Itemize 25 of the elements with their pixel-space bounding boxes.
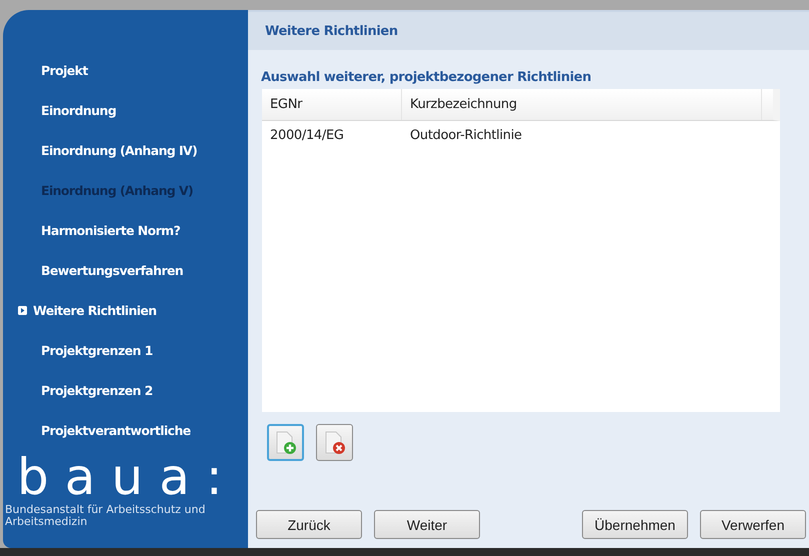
nav-item[interactable]: Harmonisierte Norm? [21,223,180,238]
remove-button[interactable] [316,424,353,461]
section-heading: Auswahl weiterer, projektbezogener Richtlinien [261,70,592,87]
add-button[interactable] [267,424,304,461]
nav-item[interactable]: Projektverantwortliche [21,423,190,438]
action-button[interactable]: Zurück [256,510,362,539]
nav-item[interactable]: Projekt [21,63,88,78]
table-cell-text: 2000/14/EG [269,126,345,144]
nav-item[interactable]: Projektgrenzen 2 [21,383,153,398]
remove-document-icon [322,430,346,454]
nav-item[interactable]: Bewertungsverfahren [21,263,184,278]
column-header[interactable]: Kurzbezeichnung [402,89,762,120]
add-document-icon [274,430,298,454]
nav-item[interactable]: Projektgrenzen 1 [21,343,153,358]
table-cell-text: Outdoor-Richtlinie [409,126,523,144]
logo-subtitle: Bundesanstalt für Arbeitsschutz und Arbeitsmedizin [5,504,206,528]
nav-item[interactable]: Einordnung [21,103,116,118]
action-button[interactable]: Übernehmen [582,510,688,539]
action-button[interactable]: Verwerfen [700,510,806,539]
page-title: Weitere Richtlinien [265,24,398,38]
column-header[interactable]: EGNr [262,89,402,120]
nav-item[interactable]: Weitere Richtlinien [33,303,156,318]
logo-wordmark: baua: [17,453,239,501]
action-button[interactable]: Weiter [374,510,480,539]
nav-item[interactable]: Einordnung (Anhang IV) [21,143,198,158]
